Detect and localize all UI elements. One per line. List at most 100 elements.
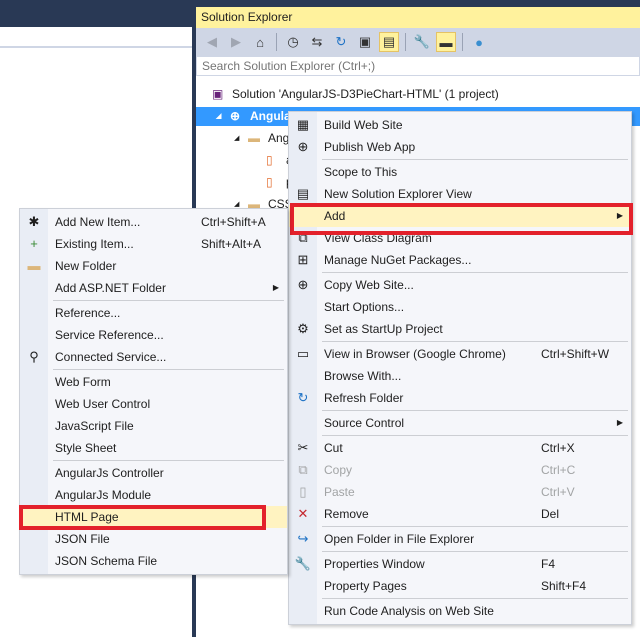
menu-item-source-control[interactable]: Source Control ▶ [289,412,631,434]
menu-item-label: View in Browser (Google Chrome) [324,347,506,361]
menu-item-label: Add New Item... [55,215,141,229]
search-input[interactable] [196,56,640,76]
expand-icon[interactable]: ◢ [234,129,239,148]
menu-item-web-form[interactable]: Web Form [20,371,287,393]
pending-changes-icon[interactable]: ◷ [283,32,303,52]
menu-item-add-asp-net-folder[interactable]: Add ASP.NET Folder ▶ [20,277,287,299]
shortcut-text: Ctrl+C [541,463,576,477]
menu-item-label: Start Options... [324,300,405,314]
menu-item-label: Publish Web App [324,140,416,154]
browser-link-icon[interactable]: ● [469,32,489,52]
panel-title: Solution Explorer [196,7,640,28]
menu-item-json-file[interactable]: JSON File [20,528,287,550]
menu-item-label: Service Reference... [55,328,164,342]
show-all-files-icon[interactable]: ▤ [379,32,399,52]
tree-item[interactable]: ▣ Solution 'AngularJS-D3PieChart-HTML' (1… [196,85,640,104]
copy-web-icon: ⊕ [297,277,309,292]
add-submenu: ✱ Add New Item... Ctrl+Shift+A + Existing It… [19,208,288,575]
menu-item-label: JSON File [55,532,110,546]
menu-item-style-sheet[interactable]: Style Sheet [20,437,287,459]
refresh-icon[interactable]: ↻ [331,32,351,52]
menu-item-view-in-browser-google-chrome[interactable]: ▭ View in Browser (Google Chrome) Ctrl+Shi… [289,343,631,365]
menu-item-run-code-analysis-on-web-site[interactable]: Run Code Analysis on Web Site [289,600,631,622]
sync-icon[interactable]: ⇆ [307,32,327,52]
menu-item-json-schema-file[interactable]: JSON Schema File [20,550,287,572]
menu-item-label: Copy Web Site... [324,278,414,292]
menu-item-build-web-site[interactable]: ▦ Build Web Site [289,114,631,136]
menu-item-property-pages[interactable]: Property Pages Shift+F4 [289,575,631,597]
publish-icon: ⊕ [297,139,309,154]
connected-service-icon: ⚲ [29,349,39,364]
back-icon[interactable]: ◀ [202,32,222,52]
menu-item-label: Cut [324,441,343,455]
menu-item-service-reference[interactable]: Service Reference... [20,324,287,346]
forward-icon[interactable]: ▶ [226,32,246,52]
menu-item-label: Add ASP.NET Folder [55,281,166,295]
menu-item-scope-to-this[interactable]: Scope to This [289,161,631,183]
menu-item-add-new-item[interactable]: ✱ Add New Item... Ctrl+Shift+A [20,211,287,233]
menu-item-refresh-folder[interactable]: ↻ Refresh Folder [289,387,631,409]
shortcut-text: Ctrl+Shift+A [201,215,266,229]
shortcut-text: Del [541,507,560,521]
menu-item-open-folder-in-file-explorer[interactable]: ↪ Open Folder in File Explorer [289,528,631,550]
refresh-icon: ↻ [297,390,309,405]
menu-item-label: Existing Item... [55,237,134,251]
new-folder-icon: ▬ [27,258,41,273]
menu-item-copy[interactable]: ⧉ Copy Ctrl+C [289,459,631,481]
tree-item-label: Solution 'AngularJS-D3PieChart-HTML' (1 … [232,87,499,101]
shortcut-text: Shift+Alt+A [201,237,262,251]
menu-item-start-options[interactable]: Start Options... [289,296,631,318]
menu-item-connected-service[interactable]: ⚲ Connected Service... [20,346,287,368]
menu-item-new-solution-explorer-view[interactable]: ▤ New Solution Explorer View [289,183,631,205]
shortcut-text: Ctrl+V [541,485,575,499]
solution-icon: ▣ [212,87,224,101]
menu-item-browse-with[interactable]: Browse With... [289,365,631,387]
menu-item-label: HTML Page [55,510,119,524]
menu-item-label: New Folder [55,259,117,273]
wrench-icon[interactable]: 🔧 [412,32,432,52]
menu-item-cut[interactable]: ✂ Cut Ctrl+X [289,437,631,459]
menu-item-label: JavaScript File [55,419,134,433]
menu-item-new-folder[interactable]: ▬ New Folder [20,255,287,277]
menu-item-view-class-diagram[interactable]: ⧉ View Class Diagram [289,227,631,249]
menu-item-angularjs-controller[interactable]: AngularJs Controller [20,462,287,484]
menu-item-set-as-startup-project[interactable]: ⚙ Set as StartUp Project [289,318,631,340]
menu-item-reference[interactable]: Reference... [20,302,287,324]
wrench-icon: 🔧 [294,556,312,571]
submenu-arrow-icon: ▶ [616,211,623,220]
menu-item-remove[interactable]: ✕ Remove Del [289,503,631,525]
build-icon: ▦ [296,117,310,132]
expand-icon[interactable]: ◢ [216,107,221,126]
toolbar-separator [462,33,463,51]
menu-item-angularjs-module[interactable]: AngularJs Module [20,484,287,506]
shortcut-text: Ctrl+X [541,441,575,455]
menu-item-paste[interactable]: ▯ Paste Ctrl+V [289,481,631,503]
menu-item-label: Remove [324,507,369,521]
folder-icon: ▬ [248,131,260,145]
remove-icon: ✕ [297,506,309,521]
menu-item-html-page[interactable]: HTML Page [20,506,287,528]
shortcut-text: F4 [541,557,556,571]
home-icon[interactable]: ⌂ [250,32,270,52]
menu-item-existing-item[interactable]: + Existing Item... Shift+Alt+A [20,233,287,255]
menu-item-javascript-file[interactable]: JavaScript File [20,415,287,437]
shortcut-text: Ctrl+Shift+W [541,347,610,361]
menu-item-web-user-control[interactable]: Web User Control [20,393,287,415]
editor-tab-strip [0,27,192,48]
preview-icon[interactable]: ▬ [436,32,456,52]
collapse-all-icon[interactable]: ▣ [355,32,375,52]
html-file-icon: ▯ [266,153,273,167]
menu-item-label: Browse With... [324,369,402,383]
new-item-icon: ✱ [28,214,40,229]
menu-item-properties-window[interactable]: 🔧 Properties Window F4 [289,553,631,575]
menu-item-add[interactable]: Add ▶ [289,205,631,227]
nuget-icon: ⊞ [297,252,309,267]
class-diagram-icon: ⧉ [298,230,308,245]
menu-item-label: View Class Diagram [324,231,432,245]
menu-item-copy-web-site[interactable]: ⊕ Copy Web Site... [289,274,631,296]
menu-item-publish-web-app[interactable]: ⊕ Publish Web App [289,136,631,158]
menu-item-label: AngularJs Module [55,488,152,502]
menu-item-label: Scope to This [324,165,398,179]
menu-item-manage-nuget-packages[interactable]: ⊞ Manage NuGet Packages... [289,249,631,271]
menu-item-label: Web Form [55,375,111,389]
